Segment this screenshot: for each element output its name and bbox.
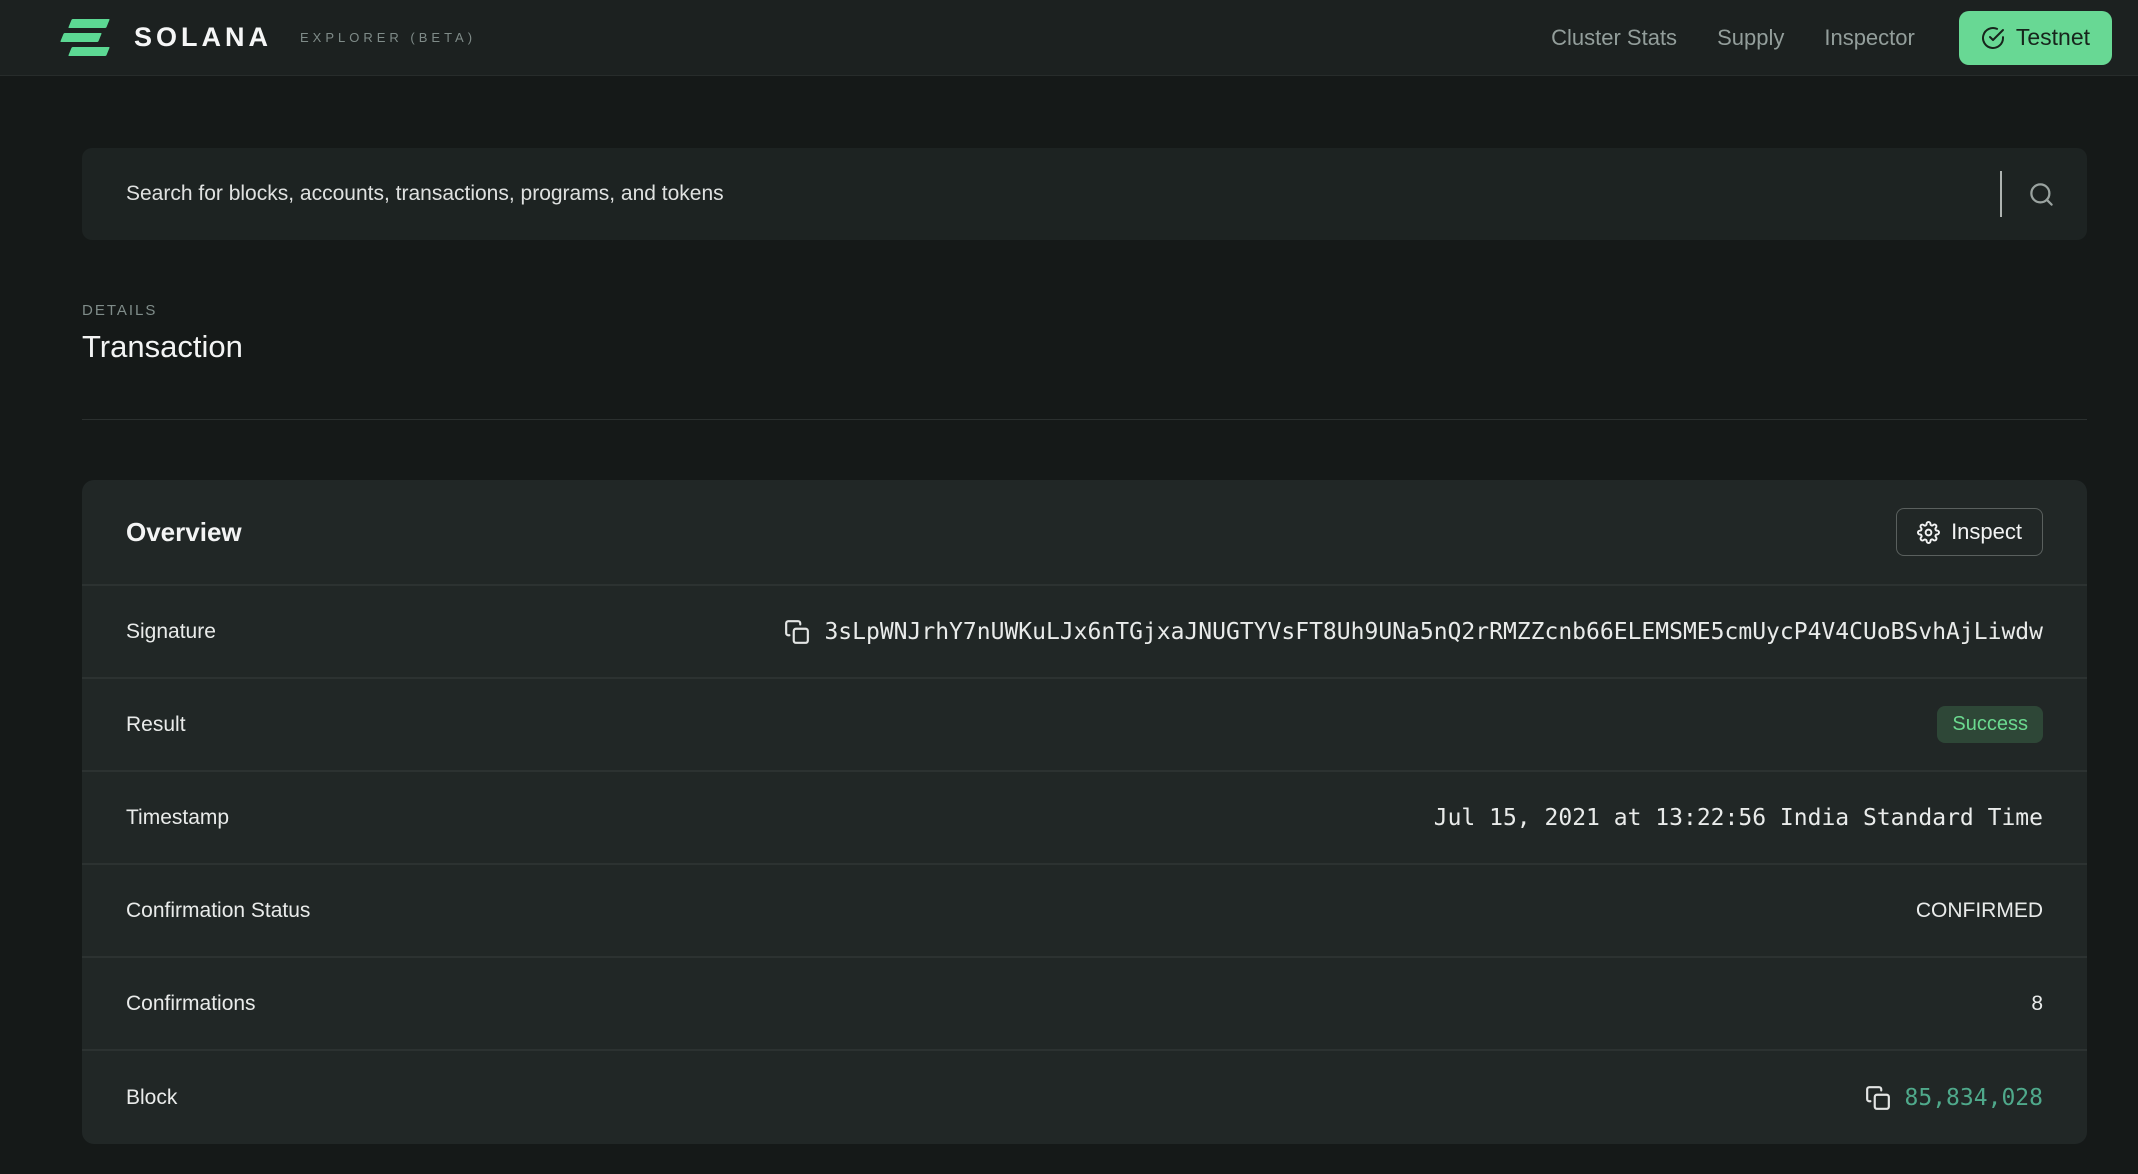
row-signature: Signature 3sLpWNJrhY7nUWKuLJx6nTGjxaJNUG… [82, 586, 2087, 679]
block-link[interactable]: 85,834,028 [1905, 1085, 2043, 1111]
page-title: Transaction [82, 329, 243, 364]
gear-icon [1917, 520, 1941, 544]
brand-suffix: EXPLORER (BETA) [300, 30, 477, 45]
row-label: Timestamp [126, 805, 230, 829]
check-circle-icon [1981, 26, 2005, 50]
search-divider [2000, 171, 2002, 217]
confirmation-status-value: CONFIRMED [1915, 898, 2043, 922]
row-label: Block [126, 1085, 178, 1109]
search-bar [82, 148, 2087, 240]
status-badge: Success [1937, 706, 2043, 743]
brand[interactable]: SOLANA EXPLORER (BETA) [60, 19, 477, 56]
copy-icon[interactable] [1865, 1085, 1891, 1111]
inspect-button[interactable]: Inspect [1896, 508, 2043, 556]
row-label: Confirmation Status [126, 898, 311, 922]
nav-links: Cluster Stats Supply Inspector [1551, 25, 1915, 51]
search-input[interactable] [126, 182, 1990, 206]
row-confirmations: Confirmations 8 [82, 958, 2087, 1051]
cluster-button-label: Testnet [2015, 24, 2090, 50]
nav-link-supply[interactable]: Supply [1717, 25, 1784, 51]
nav-link-inspector[interactable]: Inspector [1824, 25, 1915, 51]
row-label: Result [126, 712, 186, 736]
nav-link-cluster-stats[interactable]: Cluster Stats [1551, 25, 1677, 51]
details-eyebrow: DETAILS [82, 302, 158, 319]
row-label: Signature [126, 619, 216, 643]
row-block: Block 85,834,028 [82, 1051, 2087, 1144]
row-timestamp: Timestamp Jul 15, 2021 at 13:22:56 India… [82, 772, 2087, 865]
copy-icon[interactable] [784, 619, 810, 645]
timestamp-value: Jul 15, 2021 at 13:22:56 India Standard … [1433, 804, 2043, 831]
solana-logo-icon [60, 19, 112, 56]
main-content: DETAILS Transaction Overview Inspect Sig… [82, 148, 2087, 1144]
row-confirmation-status: Confirmation Status CONFIRMED [82, 865, 2087, 958]
row-label: Confirmations [126, 991, 256, 1015]
brand-name: SOLANA [134, 22, 272, 52]
inspect-button-label: Inspect [1951, 519, 2022, 544]
signature-value: 3sLpWNJrhY7nUWKuLJx6nTGjxaJNUGTYVsFT8Uh9… [824, 618, 2043, 645]
cluster-testnet-button[interactable]: Testnet [1958, 10, 2112, 65]
row-result: Result Success [82, 679, 2087, 772]
overview-card: Overview Inspect Signature 3sLpWNJrhY7nU… [82, 480, 2087, 1144]
overview-title: Overview [126, 516, 242, 547]
navbar: SOLANA EXPLORER (BETA) Cluster Stats Sup… [0, 0, 2138, 76]
confirmations-value: 8 [2031, 991, 2043, 1015]
overview-card-header: Overview Inspect [82, 480, 2087, 586]
heading-divider [82, 419, 2087, 420]
search-icon[interactable] [2028, 181, 2055, 208]
